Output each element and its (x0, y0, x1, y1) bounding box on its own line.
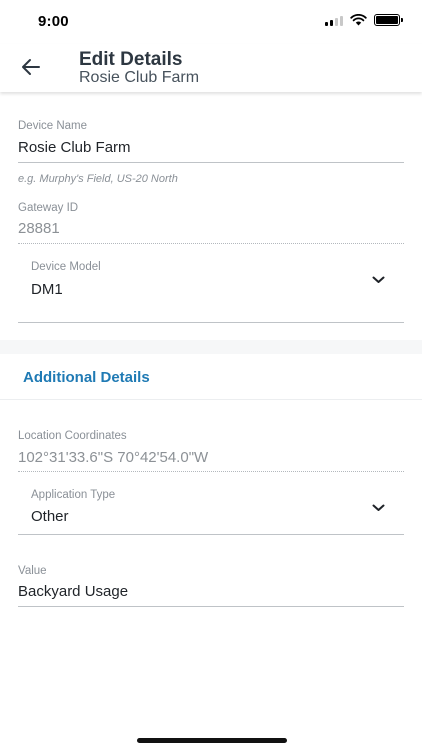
application-type-label: Application Type (31, 489, 116, 501)
device-name-hint: e.g. Murphy's Field, US-20 North (18, 173, 178, 185)
section-divider (0, 340, 422, 354)
device-name-label: Device Name (18, 120, 88, 132)
page-title: Edit Details (79, 49, 183, 70)
arrow-left-icon (22, 59, 40, 75)
chevron-down-icon[interactable] (371, 273, 385, 287)
application-type-underline (18, 534, 404, 535)
additional-details-header: Additional Details (0, 354, 422, 400)
value-input[interactable]: Backyard Usage (18, 583, 128, 600)
status-icons (325, 14, 403, 26)
device-model-underline (18, 322, 404, 323)
back-button[interactable] (18, 54, 44, 80)
value-underline (18, 606, 404, 607)
device-name-underline (18, 162, 404, 163)
location-coordinates-underline (18, 471, 404, 472)
section-title: Additional Details (23, 369, 150, 386)
home-indicator[interactable] (137, 738, 287, 743)
status-time: 9:00 (38, 13, 69, 30)
wifi-icon (350, 14, 367, 26)
device-model-value: DM1 (31, 281, 63, 298)
page-subtitle: Rosie Club Farm (79, 69, 200, 86)
application-type-value: Other (31, 508, 69, 525)
gateway-id-label: Gateway ID (18, 202, 79, 214)
status-bar: 9:00 (0, 0, 422, 44)
gateway-id-value: 28881 (18, 220, 60, 237)
value-label: Value (18, 565, 47, 577)
battery-icon (374, 14, 403, 26)
location-coordinates-value: 102°31'33.6"S 70°42'54.0"W (18, 449, 209, 466)
location-coordinates-label: Location Coordinates (18, 430, 127, 442)
device-model-label: Device Model (31, 261, 101, 273)
chevron-down-icon[interactable] (371, 501, 385, 515)
gateway-id-underline (18, 243, 404, 244)
cellular-signal-icon (325, 15, 343, 26)
device-name-input[interactable]: Rosie Club Farm (18, 139, 131, 156)
app-header: Edit Details Rosie Club Farm (0, 44, 422, 92)
